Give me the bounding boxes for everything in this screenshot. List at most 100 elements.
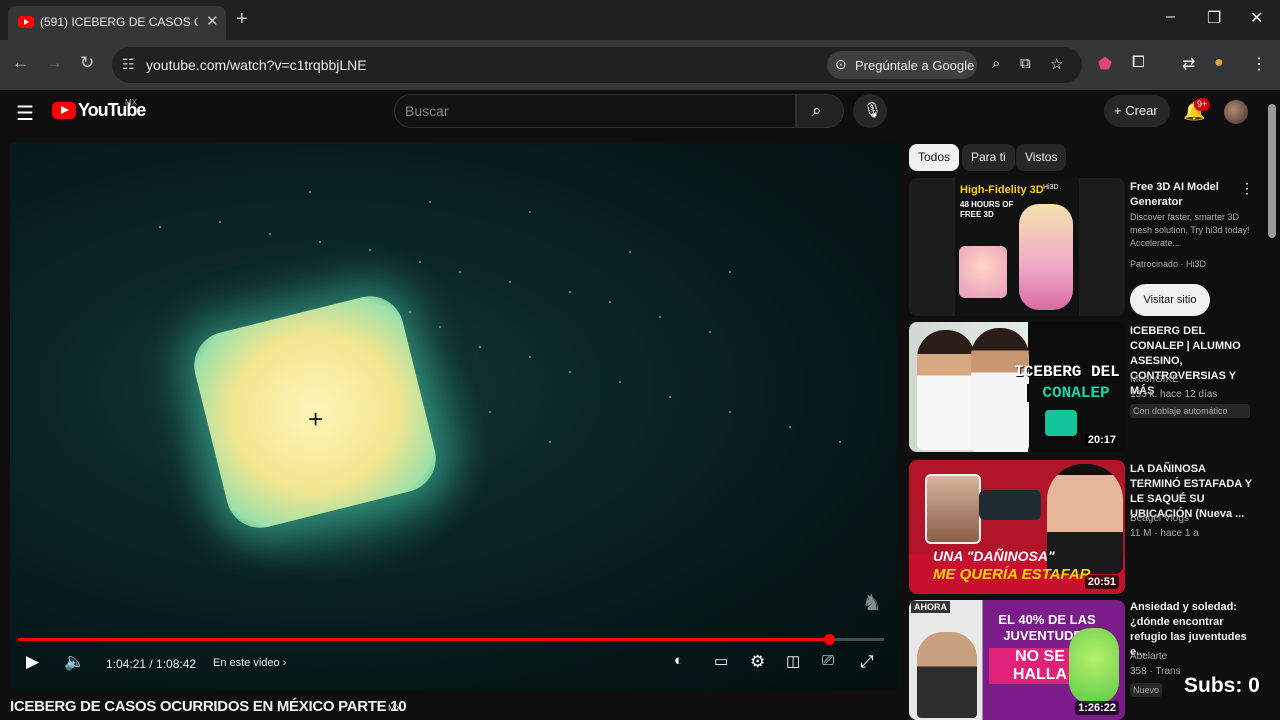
- progress-fill: [18, 638, 830, 641]
- thumbnail-person: [917, 330, 975, 450]
- ask-google-button[interactable]: ⊙ Pregúntale a Google: [827, 51, 977, 79]
- url-text[interactable]: youtube.com/watch?v=c1trqbbjLNE: [146, 57, 367, 73]
- thumbnail-text: CONALEP: [1027, 384, 1125, 402]
- miniplayer-icon[interactable]: ◫: [786, 652, 800, 670]
- install-icon[interactable]: ⧉: [1020, 55, 1031, 72]
- search-input[interactable]: [405, 103, 775, 119]
- crosshair-cursor-icon: +: [308, 404, 324, 434]
- dubbed-badge: Con doblaje automático: [1130, 404, 1250, 418]
- ad-creative: High-Fidelity 3D 48 HOURS OF FREE 3D Hi3…: [955, 178, 1079, 316]
- video-duration: 20:17: [1084, 433, 1119, 447]
- channel-name[interactable]: MoonGIKE: [1130, 373, 1252, 387]
- extension-icon[interactable]: ⬟: [1098, 54, 1112, 74]
- create-label: + Crear: [1114, 103, 1158, 118]
- live-now-badge: AHORA: [911, 601, 950, 613]
- search-icon: ⌕: [812, 101, 822, 120]
- thumbnail-chat: [979, 490, 1041, 520]
- back-icon[interactable]: ←: [12, 53, 29, 73]
- conalep-logo-icon: [1045, 410, 1077, 436]
- thumbnail-person: [1047, 464, 1123, 574]
- profile-icon[interactable]: ●: [1214, 54, 1224, 72]
- ad-thumbnail[interactable]: High-Fidelity 3D 48 HOURS OF FREE 3D Hi3…: [909, 178, 1125, 316]
- thumbnail-person: [917, 632, 977, 718]
- video-stats: 358 · Transmitido hace 2 ...: [1130, 666, 1180, 677]
- chip-vistos[interactable]: Vistos: [1016, 144, 1067, 171]
- settings-gear-icon[interactable]: ⚙: [750, 652, 765, 672]
- tab-close-icon[interactable]: ✕: [206, 12, 219, 30]
- video-player[interactable]: + ♞ ▶ 🔈 1:04:21 / 1:08:42 En este video …: [10, 142, 898, 690]
- volume-icon[interactable]: 🔈: [64, 652, 85, 672]
- zoom-icon[interactable]: ⌕: [992, 55, 1000, 72]
- autoplay-toggle-icon[interactable]: ◐: [674, 652, 683, 669]
- translate-icon[interactable]: ⇄: [1182, 54, 1195, 74]
- avatar[interactable]: [1224, 100, 1248, 124]
- ad-title[interactable]: Free 3D AI Model Generator: [1130, 180, 1236, 210]
- video-title: ICEBERG DE CASOS OCURRIDOS EN MÉXICO PAR…: [10, 698, 407, 715]
- chip-todos[interactable]: Todos: [909, 144, 960, 171]
- video-stats: 133 k. hace 12 días: [1130, 389, 1218, 400]
- channel-name[interactable]: Beagel Vlogs: [1130, 512, 1252, 526]
- thumbnail-text: ICEBERG DEL: [1014, 363, 1120, 381]
- subs-counter-overlay: Subs: 0: [1184, 674, 1260, 697]
- microphone-icon: 🎙: [863, 102, 883, 119]
- bookmark-star-icon[interactable]: ☆: [1050, 55, 1063, 73]
- video-stats: 11 M · hace 1 a: [1130, 528, 1199, 539]
- video-thumbnail[interactable]: AHORA EL 40% DE LAS JUVENTUDES NO SE HAL…: [909, 600, 1125, 720]
- youtube-favicon-icon: [18, 16, 34, 28]
- channel-watermark-icon[interactable]: ♞: [862, 590, 882, 616]
- chip-para-ti[interactable]: Para ti: [962, 144, 1015, 171]
- reload-icon[interactable]: ↻: [80, 53, 94, 73]
- thumbnail-text: UNA "DAÑINOSA": [933, 548, 1055, 564]
- ask-google-label: Pregúntale a Google: [855, 58, 975, 73]
- ad-figure-portrait: [959, 246, 1007, 298]
- fullscreen-icon[interactable]: ⤢: [860, 652, 874, 672]
- address-bar[interactable]: ☷ youtube.com/watch?v=c1trqbbjLNE ⊙ Preg…: [112, 47, 1082, 83]
- video-duration: 1:26:22: [1075, 701, 1119, 715]
- play-icon[interactable]: ▶: [26, 652, 39, 672]
- visit-site-button[interactable]: Visitar sitio: [1130, 284, 1210, 316]
- ad-sponsor: Patrocinado · Hi3D: [1130, 259, 1207, 269]
- thumbnail-phone: [925, 474, 981, 544]
- notification-badge: 9+: [1194, 98, 1211, 111]
- create-button[interactable]: + Crear: [1104, 95, 1170, 127]
- forward-icon[interactable]: →: [46, 53, 63, 73]
- progress-bar[interactable]: [18, 634, 884, 645]
- voice-search-button[interactable]: 🎙: [853, 94, 887, 128]
- close-window-button[interactable]: ✕: [1250, 8, 1263, 28]
- video-thumbnail[interactable]: ICEBERG DEL CONALEP 20:17: [909, 322, 1125, 452]
- page-scrollbar[interactable]: [1268, 104, 1276, 238]
- google-lens-icon: ⊙: [835, 56, 847, 72]
- ad-logo: Hi3D: [1043, 184, 1059, 191]
- more-icon[interactable]: ⋮: [1251, 54, 1267, 74]
- ad-headline: High-Fidelity 3D: [960, 184, 1044, 196]
- tab-title: (591) ICEBERG DE CASOS OCURRIDOS: [40, 15, 198, 29]
- video-duration: 20:51: [1084, 575, 1119, 589]
- channel-name[interactable]: Abelarte: [1130, 650, 1252, 664]
- youtube-header: ☰ YouTube MX ⌕ 🎙 + Crear 🔔 9+: [0, 90, 1280, 134]
- browser-tab-bar: (591) ICEBERG DE CASOS OCURRIDOS ✕ + – ❐…: [0, 0, 1280, 40]
- restore-button[interactable]: ❐: [1207, 8, 1221, 28]
- chapter-label: En este video: [213, 657, 280, 669]
- subtitles-icon[interactable]: ▭: [714, 652, 728, 670]
- new-badge: Nuevo: [1130, 683, 1162, 697]
- search-box[interactable]: [394, 94, 796, 128]
- thumbnail-mask: [1069, 628, 1119, 704]
- ad-figure-character: [1019, 204, 1073, 310]
- puzzle-icon[interactable]: ⧠: [1132, 54, 1145, 72]
- thumbnail-text: ME QUERÍA ESTAFAR: [933, 566, 1091, 583]
- browser-toolbar: ← → ↻ ☷ youtube.com/watch?v=c1trqbbjLNE …: [0, 40, 1280, 90]
- search-button[interactable]: ⌕: [796, 94, 844, 128]
- video-thumbnail[interactable]: UNA "DAÑINOSA" ME QUERÍA ESTAFAR 20:51: [909, 460, 1125, 594]
- ad-description: Discover faster, smarter 3D mesh solutio…: [1130, 212, 1250, 248]
- cast-icon[interactable]: ⎚: [822, 652, 834, 669]
- minimize-button[interactable]: –: [1166, 8, 1175, 26]
- thumbnail-person: [971, 328, 1029, 452]
- new-tab-button[interactable]: +: [236, 8, 248, 31]
- site-info-icon[interactable]: ☷: [122, 56, 135, 73]
- hamburger-menu-icon[interactable]: ☰: [16, 101, 34, 126]
- ad-more-icon[interactable]: ⋮: [1240, 180, 1254, 197]
- youtube-logo-icon[interactable]: [52, 102, 76, 119]
- chapter-button[interactable]: En este video ›: [213, 657, 286, 669]
- country-code: MX: [125, 98, 137, 107]
- browser-tab[interactable]: (591) ICEBERG DE CASOS OCURRIDOS ✕: [8, 6, 226, 40]
